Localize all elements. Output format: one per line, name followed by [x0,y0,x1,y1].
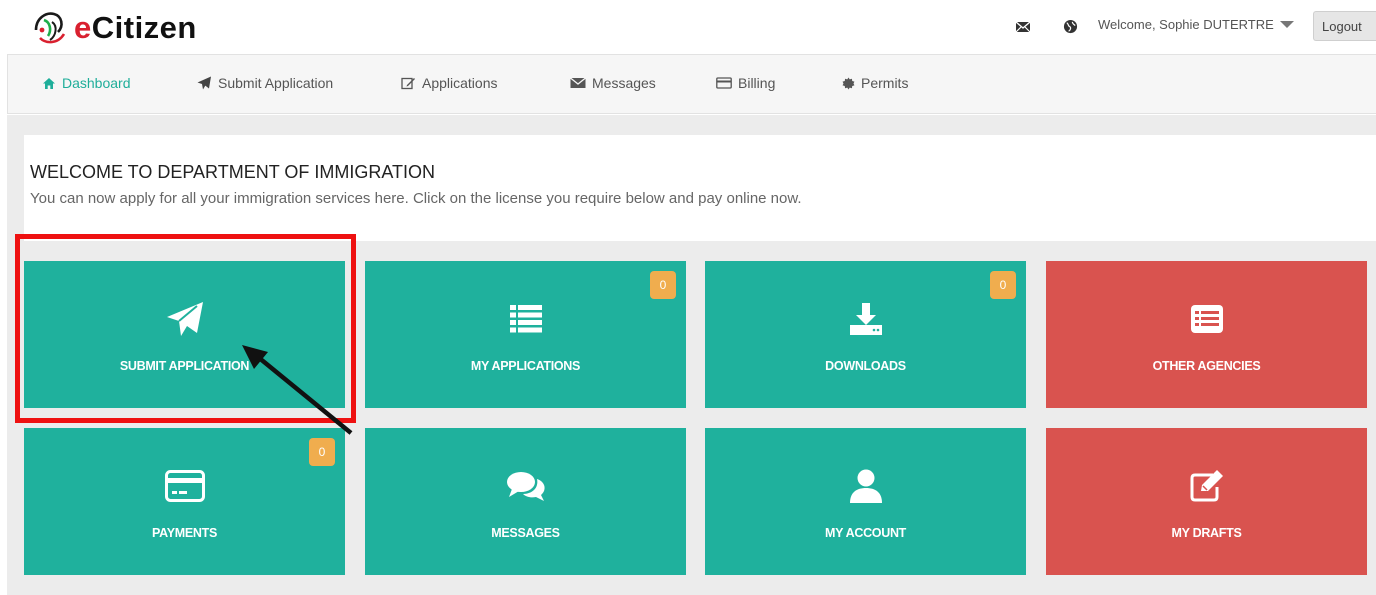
tile-payments[interactable]: 0 PAYMENTS [24,428,345,575]
page-title: WELCOME TO DEPARTMENT OF IMMIGRATION [30,162,436,182]
tile-other-agencies[interactable]: OTHER AGENCIES [1046,261,1367,408]
credit-card-icon [716,77,732,89]
user-menu[interactable]: Welcome, Sophie DUTERTRE [1098,17,1294,32]
caret-down-icon [1279,21,1294,28]
nav-item-messages[interactable]: Messages [570,75,656,91]
logo-text-e: e [74,10,92,45]
tile-my-applications[interactable]: 0 MY APPLICATIONS [365,261,686,408]
edit-icon [1189,466,1225,506]
tile-submit-application[interactable]: SUBMIT APPLICATION [24,261,345,408]
list-icon [509,299,542,339]
credit-card-icon [164,466,205,506]
nav-item-billing[interactable]: Billing [716,75,775,91]
tile-my-drafts[interactable]: MY DRAFTS [1046,428,1367,575]
count-badge: 0 [990,271,1016,299]
ecitizen-logo[interactable]: eCitizen [30,8,197,48]
tile-label: MY APPLICATIONS [470,359,581,373]
nav-item-applications[interactable]: Applications [401,75,498,91]
edit-icon [401,77,415,90]
tile-label: OTHER AGENCIES [1152,359,1261,373]
logo-text: eCitizen [74,10,197,46]
tile-label: PAYMENTS [152,526,217,540]
paper-plane-icon [166,299,204,339]
top-header: eCitizen Welcome, Sophie DUTERTRE Logout [0,0,1376,54]
user-icon [849,466,883,506]
paper-plane-icon [197,76,211,90]
nav-item-label: Submit Application [218,75,334,91]
tile-downloads[interactable]: 0 DOWNLOADS [705,261,1026,408]
nav-item-dashboard[interactable]: Dashboard [42,75,131,91]
nav-item-label: Applications [422,75,498,91]
certificate-icon [842,76,855,90]
tile-label: SUBMIT APPLICATION [119,359,250,373]
download-icon [849,299,882,339]
tile-messages[interactable]: MESSAGES [365,428,686,575]
count-badge: 0 [650,271,676,299]
nav-item-label: Dashboard [62,75,131,91]
globe-icon[interactable] [1058,14,1082,38]
list-alt-icon [1190,299,1223,339]
tile-my-account[interactable]: MY ACCOUNT [705,428,1026,575]
logout-button[interactable]: Logout [1313,11,1376,41]
nav-item-permits[interactable]: Permits [842,75,908,91]
logo-text-rest: Citizen [91,10,197,45]
logo-mark-icon [34,12,66,44]
page-subtitle: You can now apply for all your immigrati… [30,190,802,207]
comments-icon [506,466,546,506]
main-nav: Dashboard Submit Application Application… [7,54,1376,114]
welcome-panel [24,135,1376,241]
nav-item-submit-application[interactable]: Submit Application [197,75,333,91]
home-icon [43,77,55,89]
envelope-icon [570,77,586,88]
tile-label: DOWNLOADS [825,359,906,373]
nav-item-label: Messages [592,75,656,91]
tile-label: MY DRAFTS [1171,526,1242,540]
envelope-icon[interactable] [1011,14,1035,38]
welcome-text: Welcome, Sophie DUTERTRE [1098,17,1274,32]
count-badge: 0 [309,438,335,466]
nav-item-label: Billing [738,75,776,91]
tile-label: MY ACCOUNT [824,526,907,540]
nav-item-label: Permits [861,75,909,91]
tile-label: MESSAGES [491,526,560,540]
